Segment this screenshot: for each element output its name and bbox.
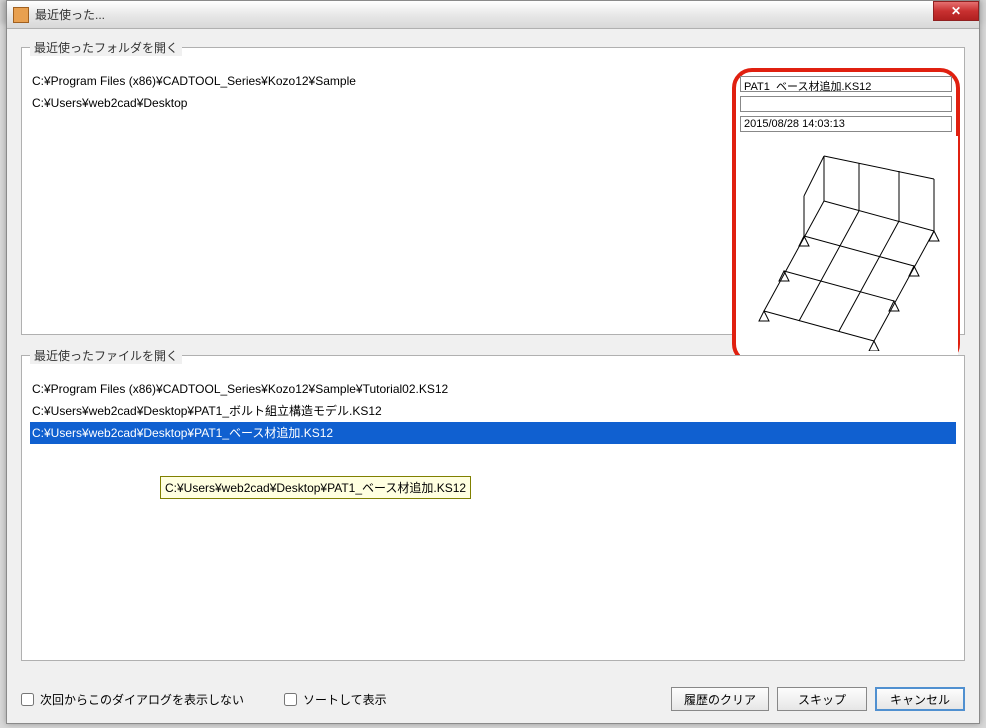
recent-folders-legend: 最近使ったフォルダを開く xyxy=(30,39,182,56)
titlebar: 最近使った... ✕ xyxy=(7,1,979,29)
skip-button[interactable]: スキップ xyxy=(777,687,867,711)
app-icon xyxy=(13,7,29,23)
list-item[interactable]: C:¥Program Files (x86)¥CADTOOL_Series¥Ko… xyxy=(30,70,730,92)
dont-show-label: 次回からこのダイアログを表示しない xyxy=(40,691,244,708)
recent-files-group: 最近使ったファイルを開く C:¥Program Files (x86)¥CADT… xyxy=(21,347,965,661)
list-item[interactable]: C:¥Users¥web2cad¥Desktop¥PAT1_ベース材追加.KS1… xyxy=(30,422,956,444)
recent-folders-list[interactable]: C:¥Program Files (x86)¥CADTOOL_Series¥Ko… xyxy=(30,70,730,114)
dont-show-checkbox-group[interactable]: 次回からこのダイアログを表示しない xyxy=(21,691,244,708)
recent-folders-group: 最近使ったフォルダを開く C:¥Program Files (x86)¥CADT… xyxy=(21,39,965,335)
sort-checkbox[interactable] xyxy=(284,693,297,706)
preview-drawing xyxy=(740,136,958,356)
close-button[interactable]: ✕ xyxy=(933,1,979,21)
list-item[interactable]: C:¥Users¥web2cad¥Desktop¥PAT1_ボルト組立構造モデル… xyxy=(30,400,956,422)
sort-label: ソートして表示 xyxy=(303,691,387,708)
list-item[interactable]: C:¥Program Files (x86)¥CADTOOL_Series¥Ko… xyxy=(30,378,956,400)
clear-history-button[interactable]: 履歴のクリア xyxy=(671,687,769,711)
dialog-window: 最近使った... ✕ 最近使ったフォルダを開く C:¥Program Files… xyxy=(6,0,980,724)
preview-filename: PAT1_ベース材追加.KS12 xyxy=(740,76,952,92)
tooltip: C:¥Users¥web2cad¥Desktop¥PAT1_ベース材追加.KS1… xyxy=(160,476,471,499)
window-title: 最近使った... xyxy=(35,6,105,23)
recent-files-legend: 最近使ったファイルを開く xyxy=(30,347,182,364)
bottom-bar: 次回からこのダイアログを表示しない ソートして表示 履歴のクリア スキップ キャ… xyxy=(21,687,965,711)
dont-show-checkbox[interactable] xyxy=(21,693,34,706)
recent-files-list[interactable]: C:¥Program Files (x86)¥CADTOOL_Series¥Ko… xyxy=(30,378,956,444)
preview-timestamp: 2015/08/28 14:03:13 xyxy=(740,116,952,132)
sort-checkbox-group[interactable]: ソートして表示 xyxy=(284,691,387,708)
close-icon: ✕ xyxy=(951,4,961,18)
cancel-button[interactable]: キャンセル xyxy=(875,687,965,711)
preview-panel: PAT1_ベース材追加.KS12 2015/08/28 14:03:13 xyxy=(732,68,960,364)
preview-line2 xyxy=(740,96,952,112)
list-item[interactable]: C:¥Users¥web2cad¥Desktop xyxy=(30,92,730,114)
